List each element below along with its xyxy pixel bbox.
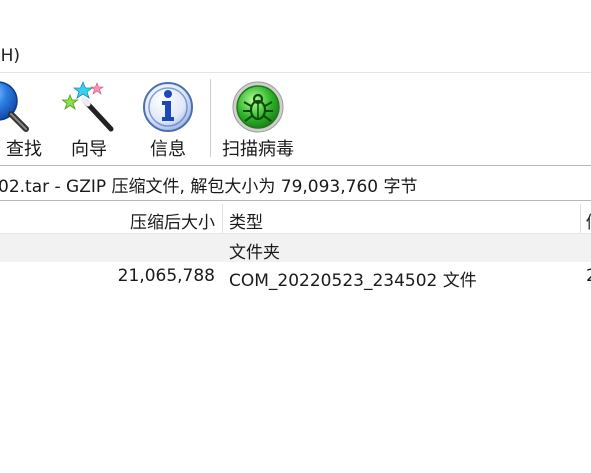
magnifier-icon — [0, 81, 29, 132]
magic-wand-icon — [61, 80, 114, 132]
menu-bar: (H) — [0, 0, 591, 72]
info-label: 信息 — [150, 139, 186, 160]
wizard-button[interactable]: 向导 — [49, 77, 129, 161]
list-item[interactable]: 21,065,788 COM_20220523_234502 文件 2 — [0, 262, 591, 291]
list-header: 压缩后大小 类型 修 — [0, 204, 591, 234]
info-icon — [143, 82, 193, 132]
column-header-type[interactable]: 类型 — [229, 208, 263, 233]
cell-type: COM_20220523_234502 文件 — [229, 271, 477, 291]
scan-virus-label: 扫描病毒 — [222, 139, 294, 160]
cell-modified: 2 — [586, 266, 591, 286]
find-button[interactable]: 查找 — [0, 77, 46, 161]
find-label: 查找 — [6, 139, 42, 160]
menu-help[interactable]: (H) — [0, 46, 20, 66]
archive-info-text: 02.tar - GZIP 压缩文件, 解包大小为 79,093,760 字节 — [0, 177, 418, 197]
toolbar-divider — [210, 79, 211, 157]
cell-type: 文件夹 — [229, 243, 280, 263]
winrar-window: (H) 查找 — [0, 0, 591, 473]
column-header-modified[interactable]: 修 — [586, 208, 591, 233]
list-item[interactable]: 文件夹 — [0, 234, 591, 263]
cell-packed-size: 21,065,788 — [117, 266, 215, 286]
column-divider[interactable] — [580, 204, 581, 233]
address-bar[interactable]: 02.tar - GZIP 压缩文件, 解包大小为 79,093,760 字节 — [0, 165, 591, 201]
info-button[interactable]: 信息 — [128, 77, 208, 161]
column-divider[interactable] — [222, 204, 223, 233]
wizard-label: 向导 — [71, 139, 107, 160]
toolbar: 查找 向导 信息 扫描病毒 — [0, 73, 591, 165]
scan-virus-button[interactable]: 扫描病毒 — [216, 77, 300, 161]
bug-icon — [232, 81, 284, 133]
column-header-packed-size[interactable]: 压缩后大小 — [130, 208, 215, 233]
